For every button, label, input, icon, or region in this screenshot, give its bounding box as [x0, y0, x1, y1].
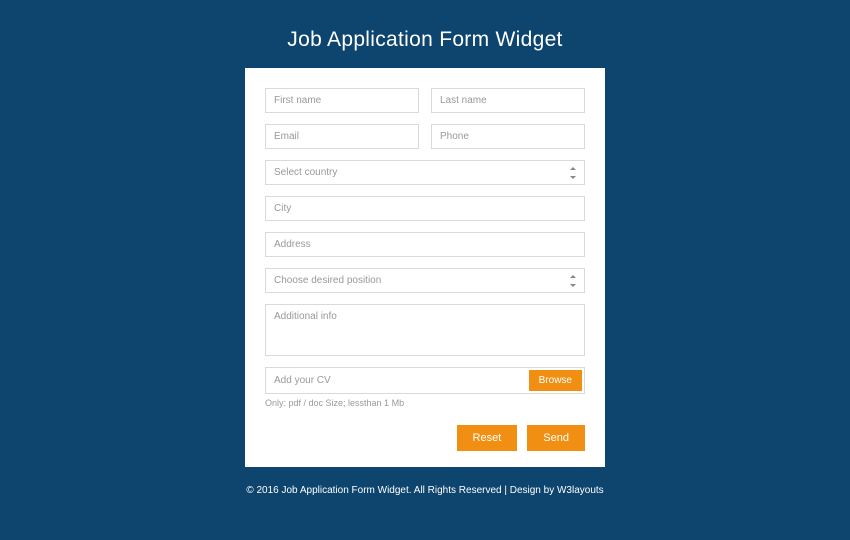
phone-input[interactable] [431, 124, 585, 149]
city-input[interactable] [265, 196, 585, 221]
page-title: Job Application Form Widget [287, 28, 562, 52]
additional-info-textarea[interactable] [265, 304, 585, 356]
first-name-input[interactable] [265, 88, 419, 113]
reset-button[interactable]: Reset [457, 425, 518, 451]
browse-button[interactable]: Browse [529, 370, 582, 391]
last-name-input[interactable] [431, 88, 585, 113]
email-input[interactable] [265, 124, 419, 149]
position-select[interactable]: Choose desired position [265, 268, 585, 293]
send-button[interactable]: Send [527, 425, 585, 451]
cv-upload-row: Add your CV Browse [265, 367, 585, 394]
form-card: Select country Choose desired position A… [245, 68, 605, 467]
address-input[interactable] [265, 232, 585, 257]
cv-hint: Only: pdf / doc Size; lessthan 1 Mb [265, 398, 585, 408]
cv-label: Add your CV [266, 368, 527, 393]
footer-text: © 2016 Job Application Form Widget. All … [246, 485, 603, 496]
country-select[interactable]: Select country [265, 160, 585, 185]
